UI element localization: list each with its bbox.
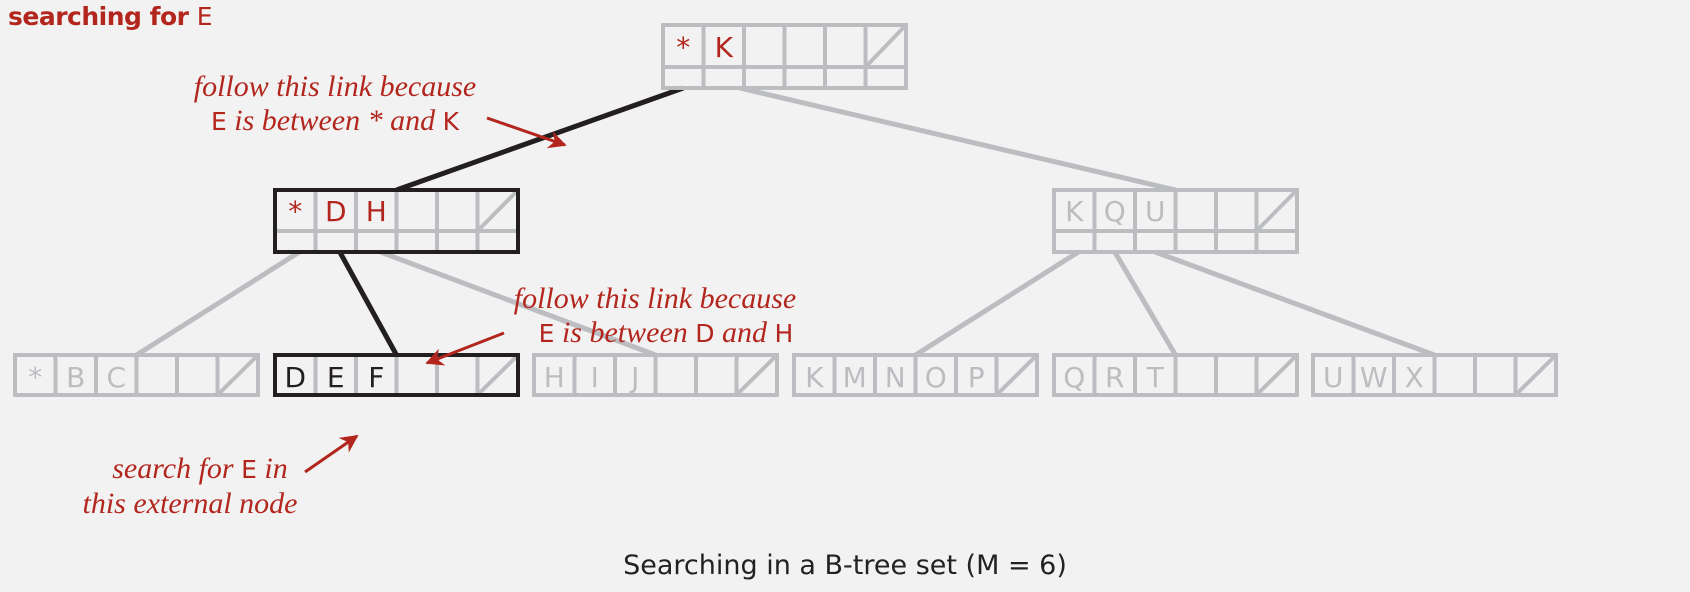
node-key: O (925, 361, 947, 394)
null-link-slash (476, 188, 520, 233)
null-link-slash (216, 353, 260, 397)
node-key: K (1065, 195, 1084, 228)
internal-node: KQU (1052, 188, 1299, 254)
annotation-line: search for E in (60, 452, 320, 487)
annotation-line: follow this link because (193, 70, 477, 103)
node-key: U (1145, 195, 1166, 228)
key-label: E (538, 319, 555, 348)
annotation-external-node: search for E in this external node (60, 452, 320, 521)
annotation-text: and (714, 316, 775, 349)
inactive-link (1154, 249, 1436, 358)
node-key: K (715, 31, 734, 64)
node-key: D (284, 361, 306, 394)
key-label: E (241, 455, 257, 484)
node-key: J (629, 361, 639, 394)
internal-node: * D H (273, 188, 520, 254)
annotation-line: E is between * and K (170, 104, 500, 139)
annotation-text: is between * and (226, 104, 443, 137)
node-key: D (325, 195, 347, 228)
node-key: U (1323, 361, 1344, 394)
null-link-slash (1514, 353, 1558, 397)
key-label: H (774, 319, 794, 348)
node-key: * (28, 361, 42, 394)
key-label: E (210, 107, 227, 136)
node-key: M (843, 361, 867, 394)
node-key: F (368, 361, 384, 394)
annotation-internal-link: follow this link because E is between D … (490, 282, 820, 351)
external-node: UWX (1311, 353, 1558, 397)
node-key: K (805, 361, 824, 394)
null-link-slash (995, 353, 1039, 397)
external-node: * B C (13, 353, 260, 397)
null-link-slash (735, 353, 779, 397)
inactive-link (914, 249, 1080, 358)
null-link-slash (1255, 188, 1299, 233)
key-label: D (695, 319, 715, 348)
active-link (337, 250, 399, 357)
inactive-link (135, 249, 301, 358)
annotation-line: follow this link because (513, 282, 797, 315)
root-node: * K (661, 23, 908, 90)
external-node: QRT (1052, 353, 1299, 397)
node-key: W (1360, 361, 1388, 394)
external-node: DEF (273, 353, 520, 397)
annotation-line: E is between D and H (490, 316, 820, 351)
node-key: N (885, 361, 906, 394)
inactive-link (739, 85, 1177, 193)
node-key: Q (1063, 361, 1085, 394)
annotation-text: is between (554, 316, 696, 349)
null-link-slash (864, 23, 908, 69)
annotation-text: in (256, 452, 288, 485)
external-node: HIJ (532, 353, 779, 397)
figure-caption: Searching in a B-tree set (M = 6) (623, 550, 1067, 581)
node-key: E (327, 361, 345, 394)
node-key: H (366, 195, 387, 228)
node-key: R (1105, 361, 1124, 394)
annotation-root-link: follow this link because E is between * … (170, 70, 500, 139)
inactive-link (1112, 250, 1178, 357)
node-key: Q (1104, 195, 1126, 228)
null-link-slash (1255, 353, 1299, 397)
node-key: X (1405, 361, 1424, 394)
node-key: H (544, 361, 565, 394)
node-key: B (66, 361, 85, 394)
annotation-line: this external node (82, 487, 298, 520)
node-key: C (106, 361, 126, 394)
node-key: I (591, 361, 599, 394)
external-node: KMNOP (792, 353, 1039, 397)
node-key: * (676, 31, 690, 64)
node-key: * (288, 195, 302, 228)
node-key: P (968, 361, 985, 394)
node-key: T (1146, 361, 1165, 394)
key-label: K (442, 107, 459, 136)
annotation-text: search for (112, 452, 242, 485)
null-link-slash (476, 353, 520, 397)
